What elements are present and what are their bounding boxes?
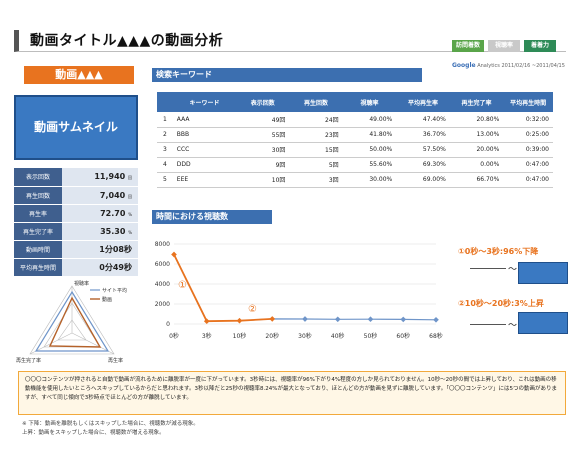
- annotation-drop-tilde: ～: [508, 265, 518, 275]
- analysis-note: 〇〇〇コンテンツが押されると自動で動画が流れるために離脱率が一度に下がっています…: [18, 371, 566, 415]
- chart-y-tick-label: 2000: [155, 301, 170, 308]
- video-stats-table: 表示回数 11,940 回 再生回数 7,040 回 再生率 72.70 % 再生完了…: [14, 168, 138, 277]
- annotation-rise-thumbnail[interactable]: [518, 312, 568, 334]
- chart-y-tick-label: 8000: [155, 241, 170, 248]
- chart-x-tick-label: 10秒: [233, 332, 247, 340]
- keyword-table-header: キーワード 表示回数 再生回数 視聴率 平均再生率 再生完了率 平均再生時間: [157, 92, 553, 112]
- chart-grid: [174, 243, 436, 325]
- analytics-date-range: Google Analytics 2011/02/16 ~2011/04/15: [452, 62, 565, 69]
- chart-data-point: [269, 316, 276, 322]
- radar-axis-view-rate: 視聴率: [74, 280, 89, 287]
- stat-row: 再生率 72.70 %: [14, 204, 138, 223]
- stat-row: 平均再生時間 0分49秒: [14, 258, 138, 277]
- radar-legend-site-average: サイト平均: [102, 287, 127, 294]
- stat-row: 動画時間 1分08秒: [14, 240, 138, 259]
- chart-y-tick-label: 0: [166, 321, 170, 328]
- chart-x-tick-label: 60秒: [396, 332, 410, 340]
- table-row: 5 EEE 10回 3回 30.00% 69.00% 66.70% 0:47:00: [157, 172, 553, 188]
- chart-x-tick-label: 0秒: [169, 332, 179, 340]
- video-name-label: 動画▲▲▲: [24, 66, 134, 84]
- chart-x-tick-label: 68秒: [429, 332, 443, 340]
- radar-axis-completion-rate: 再生完了率: [16, 357, 41, 364]
- chart-section-header: 時間における視聴数: [152, 210, 272, 224]
- chart-data-point: [433, 316, 439, 323]
- radar-chart: 視聴率 再生率 再生完了率 サイト平均 動画: [16, 280, 127, 364]
- chart-x-tick-label: 3秒: [202, 332, 212, 340]
- stat-row: 再生完了率 35.30 %: [14, 222, 138, 241]
- radar-legend-video: 動画: [102, 296, 112, 303]
- chart-x-ticks: 0秒 3秒 10秒 20秒 30秒 40秒 50秒 60秒 68秒: [169, 332, 443, 340]
- annotation-rise-tilde: ～: [508, 321, 518, 331]
- keyword-section-header: 検索キーワード: [152, 68, 422, 82]
- tag-button-visits[interactable]: 訪問着数: [452, 40, 484, 52]
- tag-button-view-rate[interactable]: 視聴率: [488, 40, 520, 52]
- page-title: 動画タイトル▲▲▲の動画分析: [30, 33, 224, 49]
- chart-data-point: [203, 318, 210, 325]
- chart-x-tick-label: 20秒: [265, 332, 279, 340]
- chart-data-point: [302, 316, 308, 322]
- radar-axis-play-rate: 再生率: [108, 357, 123, 364]
- chart-marker-2: ②: [248, 304, 257, 315]
- chart-data-point: [400, 316, 407, 323]
- table-row: 2 BBB 55回 23回 41.80% 36.70% 13.00% 0:25:00: [157, 127, 553, 143]
- annotation-drop-thumbnail[interactable]: [518, 262, 568, 284]
- ga-logo: Google: [452, 62, 476, 69]
- annotation-drop: ①0秒～3秒:96%下降: [458, 247, 539, 256]
- chart-x-tick-label: 50秒: [364, 332, 378, 340]
- chart-data-point: [171, 251, 177, 258]
- chart-marker-1: ①: [178, 280, 187, 291]
- keyword-table: キーワード 表示回数 再生回数 視聴率 平均再生率 再生完了率 平均再生時間 1…: [157, 92, 553, 188]
- annotation-rise: ②10秒～20秒:3%上昇: [458, 299, 544, 308]
- annotation-drop-underline: [470, 268, 506, 269]
- annotation-rise-underline: [470, 324, 506, 325]
- table-row: 4 DDD 9回 5回 55.60% 69.30% 0.00% 0:47:00: [157, 157, 553, 173]
- tag-button-attraction[interactable]: 着着力: [524, 40, 556, 52]
- views-over-time-chart: 0 2000 4000 6000 8000 0秒 3秒 10秒 20秒 30秒 40秒 50秒 60秒…: [155, 241, 443, 340]
- table-row: 3 CCC 30回 15回 50.00% 57.50% 20.00% 0:39:00: [157, 142, 553, 158]
- chart-data-point: [334, 316, 341, 323]
- footnotes: ※ 下降：動画を離脱もしくはスキップした場合に、視聴数が減る現象。 上昇：動画を…: [22, 420, 199, 438]
- chart-highlight-line: [173, 254, 273, 323]
- radar-series-video: [48, 296, 102, 348]
- chart-series-line: [173, 254, 437, 322]
- chart-x-tick-label: 30秒: [298, 332, 312, 340]
- video-thumbnail[interactable]: 動画サムネイル: [14, 95, 138, 160]
- chart-y-tick-label: 4000: [155, 281, 170, 288]
- stat-row: 再生回数 7,040 回: [14, 186, 138, 205]
- footnote-rise: 上昇：動画をスキップした場合に、視聴数が増える現象。: [22, 430, 165, 436]
- chart-y-ticks: 0 2000 4000 6000 8000: [155, 241, 170, 328]
- footnote-drop: ※ 下降：動画を離脱もしくはスキップした場合に、視聴数が減る現象。: [22, 421, 199, 427]
- chart-y-tick-label: 6000: [155, 261, 170, 268]
- chart-data-point: [367, 316, 374, 323]
- chart-data-point: [236, 317, 243, 324]
- stat-row: 表示回数 11,940 回: [14, 168, 138, 187]
- table-row: 1 AAA 49回 24回 49.00% 47.40% 20.80% 0:32:00: [157, 112, 553, 128]
- chart-points: [171, 251, 439, 325]
- chart-x-tick-label: 40秒: [331, 332, 345, 340]
